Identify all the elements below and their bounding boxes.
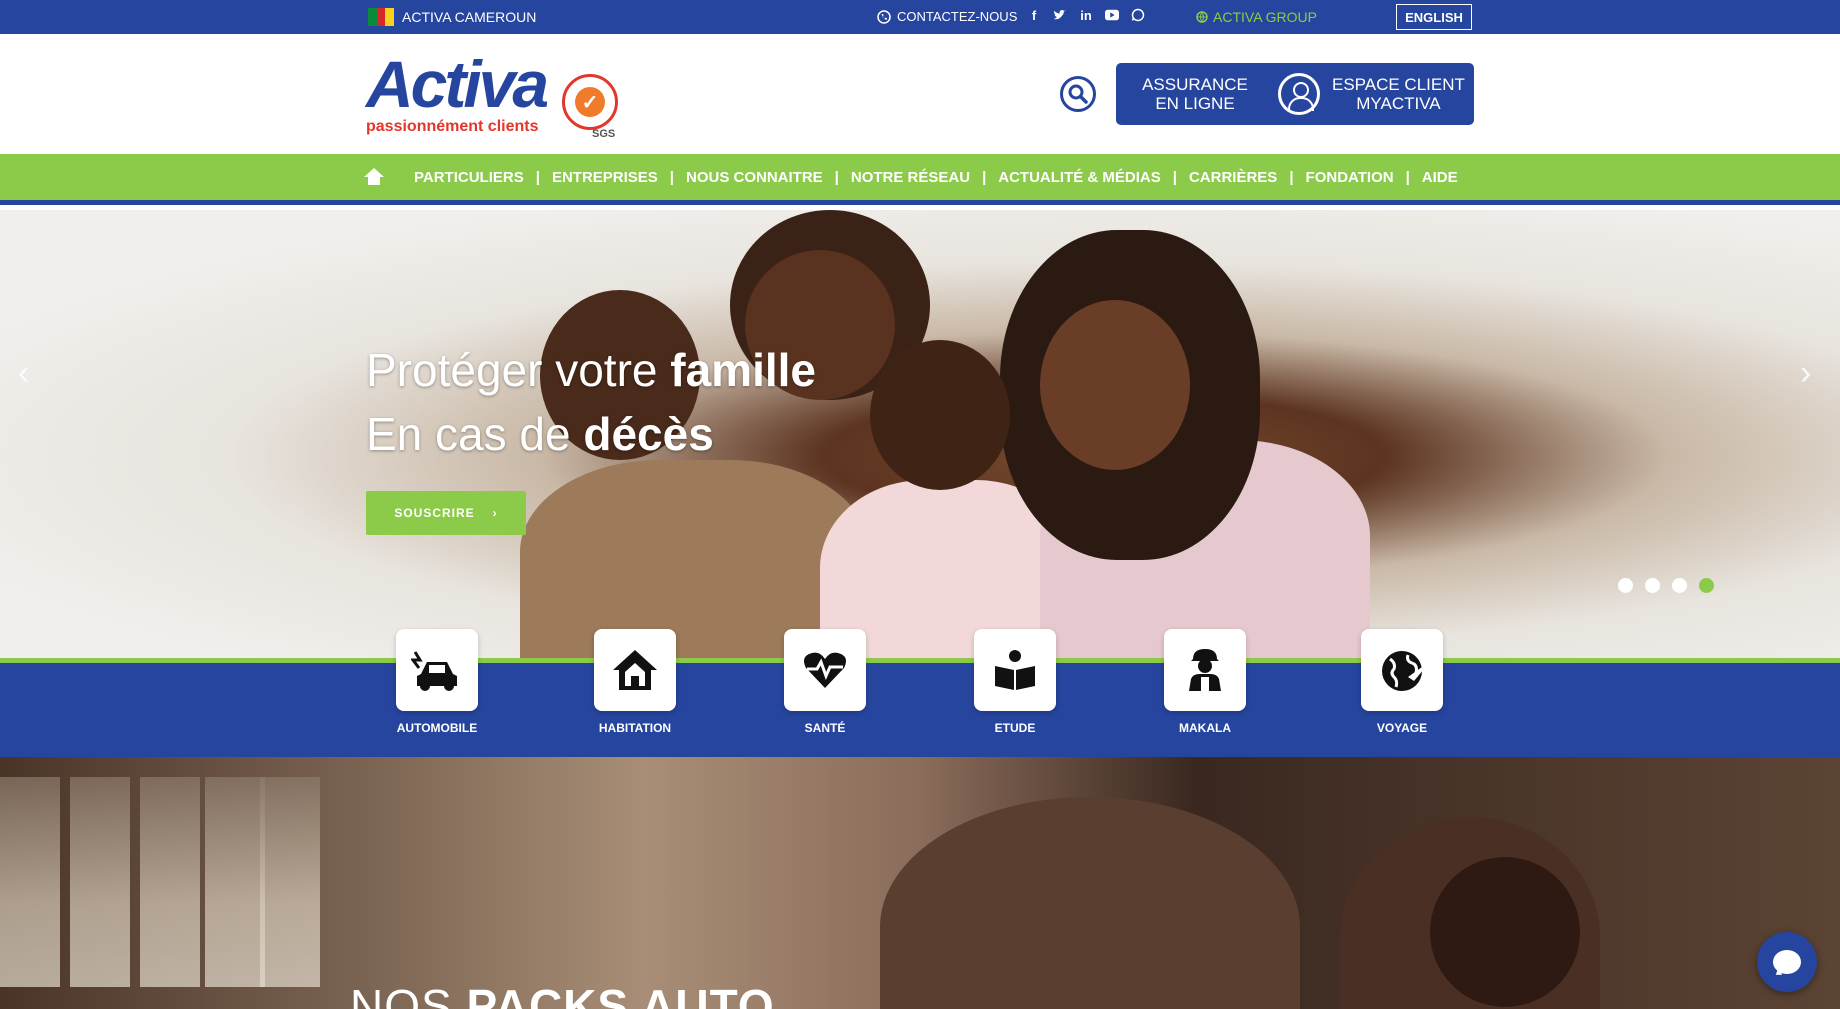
group-label: ACTIVA GROUP (1213, 9, 1317, 25)
header-cta-box: ASSURANCE EN LIGNE ESPACE CLIENT MYACTIV… (1116, 63, 1474, 125)
logo-tagline: passionnément clients (366, 118, 539, 135)
category-label: VOYAGE (1376, 721, 1428, 735)
slider-dots (1618, 578, 1714, 593)
background-photo-shape (205, 777, 265, 987)
souscrire-button[interactable]: SOUSCRIRE › (366, 491, 526, 535)
espace-line2: MYACTIVA (1356, 94, 1441, 113)
slider-dot[interactable] (1645, 578, 1660, 593)
twitter-icon[interactable] (1053, 7, 1067, 23)
main-nav: PARTICULIERS | ENTREPRISES | NOUS CONNAI… (0, 154, 1840, 205)
assurance-line1: ASSURANCE (1142, 75, 1248, 94)
country-label: ACTIVA CAMEROUN (402, 9, 537, 25)
nav-item-fondation[interactable]: FONDATION (1294, 169, 1406, 186)
heartbeat-icon (804, 652, 846, 688)
hero-line2-light: En cas de (366, 408, 571, 460)
slider-dot[interactable] (1618, 578, 1633, 593)
packs-auto-section: NOS PACKS AUTO (0, 757, 1840, 1009)
nav-item-aide[interactable]: AIDE (1410, 169, 1470, 186)
logo-wordmark: Activa (366, 47, 549, 121)
chat-bubble-icon (1773, 950, 1801, 974)
assurance-en-ligne-button[interactable]: ASSURANCE EN LIGNE (1140, 75, 1250, 113)
certification-badge-icon: ✓ (562, 74, 618, 130)
background-photo-shape (260, 777, 320, 987)
top-bar: ACTIVA CAMEROUN CONTACTEZ-NOUS f in ACTI… (0, 0, 1840, 34)
linkedin-icon[interactable]: in (1079, 7, 1093, 23)
youtube-icon[interactable] (1105, 7, 1119, 23)
assurance-line2: EN LIGNE (1155, 94, 1235, 113)
globe-icon (1196, 11, 1208, 23)
chevron-right-icon: › (492, 506, 498, 520)
category-label: ETUDE (994, 721, 1036, 735)
contact-link[interactable]: CONTACTEZ-NOUS (877, 9, 1017, 24)
search-icon (1068, 84, 1088, 104)
worker-icon (1189, 649, 1221, 691)
packs-title-bold: PACKS AUTO (466, 980, 775, 1009)
espace-line1: ESPACE CLIENT (1332, 75, 1465, 94)
search-button[interactable] (1060, 76, 1096, 112)
home-icon[interactable] (364, 168, 384, 186)
cameroon-flag-icon (368, 8, 395, 26)
activa-group-link[interactable]: ACTIVA GROUP (1196, 9, 1317, 25)
facebook-icon[interactable]: f (1027, 7, 1041, 23)
slider-dot[interactable] (1672, 578, 1687, 593)
hero-headline: Protéger votre famille En cas de décès (366, 338, 816, 466)
hero-line2-bold: décès (583, 408, 714, 460)
slider-dot-active[interactable] (1699, 578, 1714, 593)
user-icon (1278, 73, 1320, 115)
background-photo-shape (140, 777, 200, 987)
category-strip (0, 658, 1840, 757)
espace-client-button[interactable]: ESPACE CLIENT MYACTIVA (1278, 73, 1465, 115)
chat-widget-button[interactable] (1757, 932, 1817, 992)
packs-auto-title: NOS PACKS AUTO (350, 979, 775, 1009)
globe-plane-icon (1382, 651, 1424, 691)
background-photo-shape (1430, 857, 1580, 1007)
social-links: f in (1027, 7, 1145, 23)
category-sante[interactable]: SANTÉ (784, 629, 866, 735)
background-photo-shape (70, 777, 130, 987)
phone-icon (877, 9, 891, 24)
country-selector[interactable]: ACTIVA CAMEROUN (368, 8, 536, 26)
background-photo-shape (880, 797, 1300, 1009)
nav-item-nous-connaitre[interactable]: NOUS CONNAITRE (674, 169, 835, 186)
house-icon (613, 650, 657, 690)
nav-item-carrieres[interactable]: CARRIÈRES (1177, 169, 1289, 186)
souscrire-label: SOUSCRIRE (394, 506, 475, 520)
category-label: SANTÉ (804, 721, 846, 735)
hero-photo-shape (870, 340, 1010, 490)
category-habitation[interactable]: HABITATION (594, 629, 676, 735)
category-label: AUTOMOBILE (396, 721, 478, 735)
english-button[interactable]: ENGLISH (1396, 4, 1472, 30)
packs-title-light: NOS (350, 980, 453, 1009)
category-voyage[interactable]: VOYAGE (1361, 629, 1443, 735)
category-label: MAKALA (1179, 721, 1231, 735)
slider-next-arrow-icon[interactable]: › (1800, 356, 1820, 390)
category-automobile[interactable]: AUTOMOBILE (396, 629, 478, 735)
hero-slider: Protéger votre famille En cas de décès S… (0, 210, 1840, 658)
nav-item-particuliers[interactable]: PARTICULIERS (402, 169, 536, 186)
slider-prev-arrow-icon[interactable]: ‹ (18, 356, 38, 390)
car-crash-icon (411, 651, 457, 691)
nav-item-entreprises[interactable]: ENTREPRISES (540, 169, 670, 186)
category-makala[interactable]: MAKALA (1164, 629, 1246, 735)
activa-logo[interactable]: Activa passionnément clients ✓ SGS (366, 46, 626, 146)
hero-photo-shape (1040, 300, 1190, 470)
nav-item-notre-reseau[interactable]: NOTRE RÉSEAU (839, 169, 982, 186)
category-label: HABITATION (598, 721, 672, 735)
background-photo-shape (0, 777, 60, 987)
reading-icon (995, 650, 1035, 690)
whatsapp-icon[interactable] (1131, 7, 1145, 23)
hero-line1-bold: famille (670, 344, 816, 396)
contact-label: CONTACTEZ-NOUS (897, 9, 1018, 24)
category-etude[interactable]: ETUDE (974, 629, 1056, 735)
nav-item-actualite-medias[interactable]: ACTUALITÉ & MÉDIAS (986, 169, 1173, 186)
site-header: Activa passionnément clients ✓ SGS ASSUR… (0, 34, 1840, 154)
sgs-label: SGS (592, 128, 616, 140)
hero-line1-light: Protéger votre (366, 344, 658, 396)
